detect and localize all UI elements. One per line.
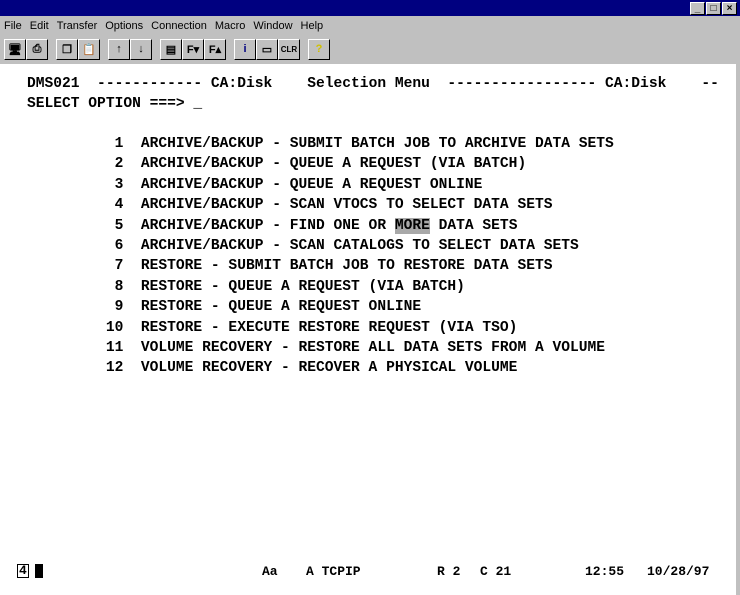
option-6[interactable]: 6 ARCHIVE/BACKUP - SCAN CATALOGS TO SELE…: [27, 236, 614, 256]
product-name-right: CA:Disk: [605, 76, 667, 92]
option-1[interactable]: 1 ARCHIVE/BACKUP - SUBMIT BATCH JOB TO A…: [27, 134, 614, 154]
product-name: CA:Disk: [210, 76, 273, 92]
display-button[interactable]: 🖥: [4, 38, 26, 60]
option-4[interactable]: 4 ARCHIVE/BACKUP - SCAN VTOCS TO SELECT …: [27, 195, 614, 215]
menu-file[interactable]: File: [0, 17, 26, 35]
cursor-block: [35, 564, 43, 582]
font-larger-button[interactable]: F▴: [204, 38, 226, 60]
help-button[interactable]: ?: [308, 38, 330, 60]
info-icon: i: [243, 43, 247, 55]
option-number: 4: [114, 197, 124, 214]
copy-button[interactable]: ❐: [56, 38, 78, 60]
menu-connection[interactable]: Connection: [147, 17, 211, 35]
font-smaller-icon: F▾: [186, 43, 200, 56]
option-8[interactable]: 8 RESTORE - QUEUE A REQUEST (VIA BATCH): [27, 277, 614, 297]
print-button[interactable]: ⎙: [26, 38, 48, 60]
option-text: ARCHIVE/BACKUP - QUEUE A REQUEST (VIA BA…: [140, 156, 527, 173]
maximize-button[interactable]: □: [706, 2, 721, 15]
option-9[interactable]: 9 RESTORE - QUEUE A REQUEST ONLINE: [27, 297, 614, 317]
option-2[interactable]: 2 ARCHIVE/BACKUP - QUEUE A REQUEST (VIA …: [27, 154, 614, 174]
menu-bar: File Edit Transfer Options Connection Macro Wi…: [0, 17, 327, 35]
option-text: VOLUME RECOVERY - RESTORE ALL DATA SETS …: [140, 340, 606, 357]
info-button[interactable]: i: [234, 38, 256, 60]
macro-icon: ▭: [261, 43, 273, 56]
highlighted-text: MORE: [394, 217, 430, 234]
option-number: 9: [114, 299, 124, 316]
option-text: ARCHIVE/BACKUP - SUBMIT BATCH JOB TO ARC…: [140, 136, 614, 152]
cursor-row: R 2: [437, 564, 461, 579]
option-5[interactable]: 5 ARCHIVE/BACKUP - FIND ONE OR MORE DATA…: [27, 216, 614, 236]
font-indicator: Aa: [262, 564, 278, 579]
menu-macro[interactable]: Macro: [211, 17, 250, 35]
option-number: 8: [114, 278, 124, 295]
help-icon: ?: [315, 43, 323, 55]
option-list: 1 ARCHIVE/BACKUP - SUBMIT BATCH JOB TO A…: [27, 134, 614, 379]
option-number: 7: [114, 258, 124, 275]
receive-icon: ↓: [138, 43, 144, 55]
display-icon: 🖥: [8, 43, 22, 56]
title-bar: _ □ ×: [0, 0, 740, 16]
menu-help[interactable]: Help: [297, 17, 328, 35]
print-icon: ⎙: [32, 42, 42, 55]
option-3[interactable]: 3 ARCHIVE/BACKUP - QUEUE A REQUEST ONLIN…: [27, 175, 614, 195]
receive-button[interactable]: ↓: [130, 38, 152, 60]
screen-id: DMS021: [27, 76, 80, 92]
option-text: ARCHIVE/BACKUP - FIND ONE OR: [140, 217, 395, 234]
option-number: 1: [114, 136, 124, 152]
clock: 12:55: [585, 564, 625, 579]
menu-transfer[interactable]: Transfer: [53, 17, 102, 35]
clear-icon: CLR: [280, 44, 298, 54]
option-7[interactable]: 7 RESTORE - SUBMIT BATCH JOB TO RESTORE …: [27, 256, 614, 276]
option-number: 5: [114, 217, 124, 234]
option-text: ARCHIVE/BACKUP - SCAN CATALOGS TO SELECT…: [140, 238, 579, 255]
option-number: 10: [105, 319, 124, 336]
option-number: 12: [105, 360, 124, 377]
date: 10/28/97: [647, 564, 710, 579]
menu-options[interactable]: Options: [101, 17, 147, 35]
option-text: RESTORE - SUBMIT BATCH JOB TO RESTORE DA…: [140, 258, 553, 275]
send-button[interactable]: ↑: [108, 38, 130, 60]
option-text: RESTORE - QUEUE A REQUEST ONLINE: [140, 299, 422, 316]
select-option-prompt[interactable]: SELECT OPTION ===> _: [27, 94, 202, 114]
option-12[interactable]: 12 VOLUME RECOVERY - RECOVER A PHYSICAL …: [27, 358, 614, 378]
terminal-screen[interactable]: DMS021 ------------ CA:Disk Selection Me…: [0, 64, 740, 595]
option-text: ARCHIVE/BACKUP - SCAN VTOCS TO SELECT DA…: [140, 197, 553, 214]
minimize-button[interactable]: _: [690, 2, 705, 15]
printer-setup-button[interactable]: ▤: [160, 38, 182, 60]
font-larger-icon: F▴: [208, 43, 222, 56]
option-number: 11: [105, 340, 124, 357]
toolbar: 🖥 ⎙ ❐ 📋 ↑ ↓ ▤ F▾ F▴ i ▭ CLR?: [4, 37, 330, 61]
paste-button[interactable]: 📋: [78, 38, 100, 60]
cursor-col: C 21: [480, 564, 512, 579]
option-text-after: DATA SETS: [429, 217, 518, 234]
send-icon: ↑: [116, 43, 122, 55]
font-smaller-button[interactable]: F▾: [182, 38, 204, 60]
close-button[interactable]: ×: [722, 2, 737, 15]
option-number: 6: [114, 238, 124, 255]
macro-button[interactable]: ▭: [256, 38, 278, 60]
option-number: 2: [114, 156, 124, 173]
copy-icon: ❐: [62, 43, 72, 56]
printer-setup-icon: ▤: [165, 43, 177, 56]
option-text: VOLUME RECOVERY - RECOVER A PHYSICAL VOL…: [140, 360, 518, 377]
menu-edit[interactable]: Edit: [26, 17, 53, 35]
option-10[interactable]: 10 RESTORE - EXECUTE RESTORE REQUEST (VI…: [27, 318, 614, 338]
option-text: RESTORE - QUEUE A REQUEST (VIA BATCH): [140, 278, 465, 295]
paste-icon: 📋: [82, 43, 96, 56]
clear-button[interactable]: CLR: [278, 38, 300, 60]
menu-window[interactable]: Window: [249, 17, 296, 35]
option-11[interactable]: 11 VOLUME RECOVERY - RESTORE ALL DATA SE…: [27, 338, 614, 358]
screen-title: Selection Menu: [307, 76, 430, 92]
session-indicator: 4: [17, 563, 29, 578]
connection-indicator: A TCPIP: [306, 564, 361, 579]
screen-header: DMS021 ------------ CA:Disk Selection Me…: [27, 76, 719, 92]
option-number: 3: [114, 176, 124, 193]
option-text: ARCHIVE/BACKUP - QUEUE A REQUEST ONLINE: [140, 176, 483, 193]
option-text: RESTORE - EXECUTE RESTORE REQUEST (VIA T…: [140, 319, 518, 336]
